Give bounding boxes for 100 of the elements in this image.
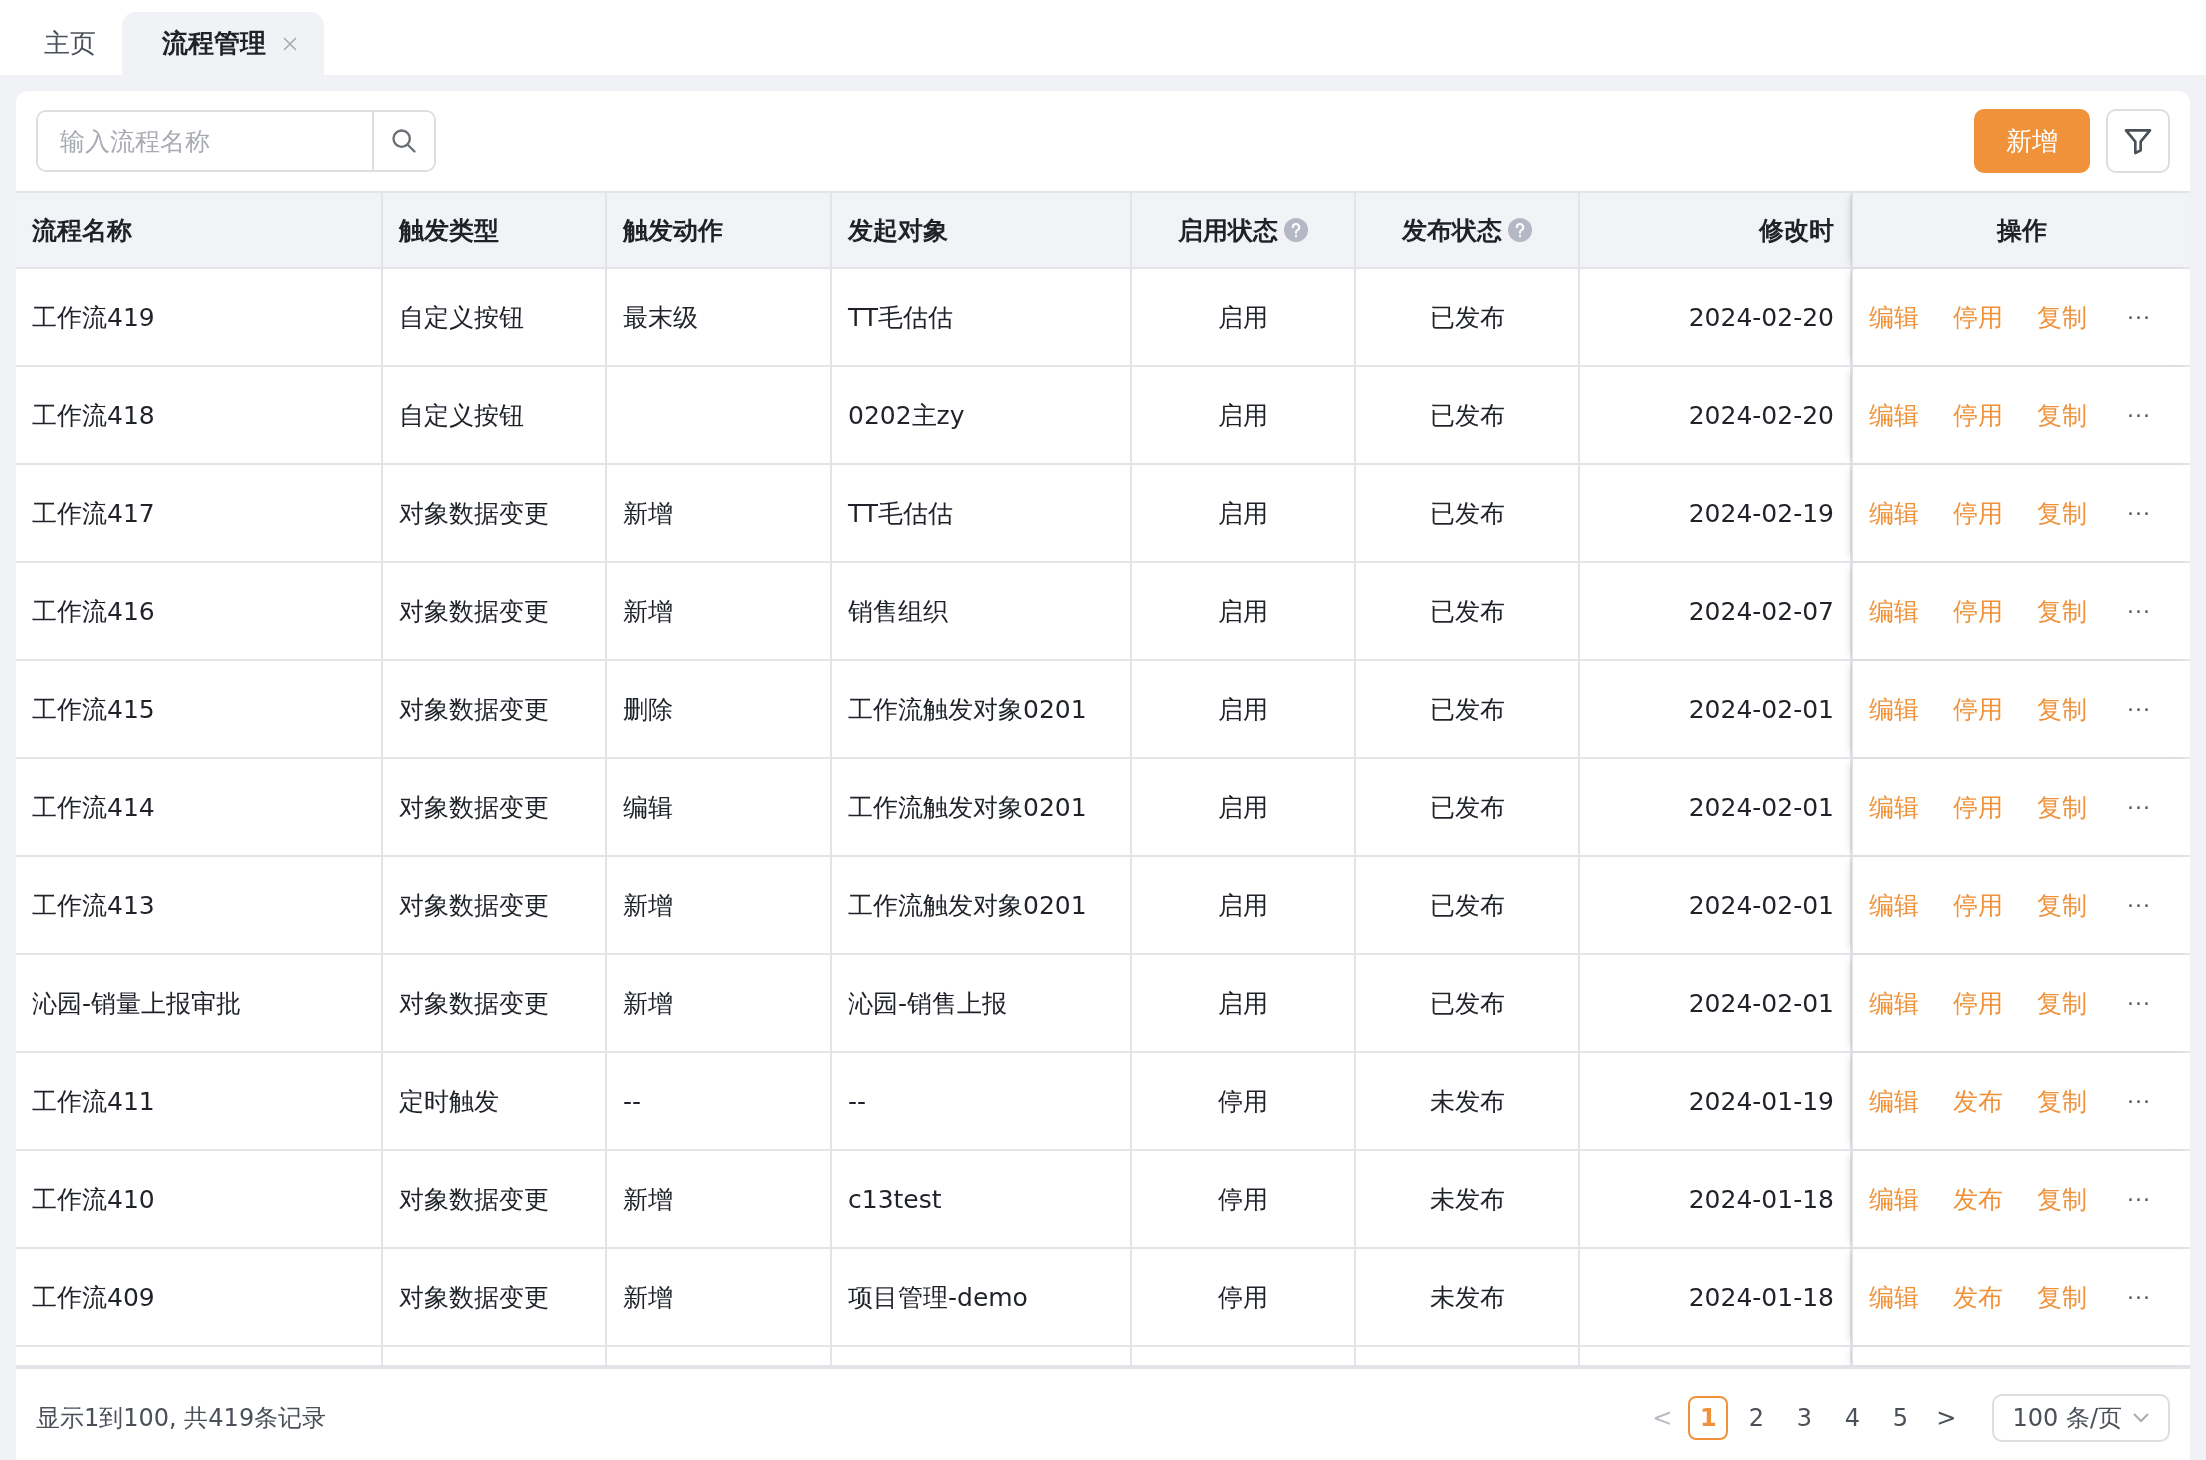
search-button[interactable] <box>372 112 434 170</box>
action-link[interactable]: 停用 <box>1953 986 2003 1020</box>
action-link[interactable]: 复制 <box>2037 1182 2087 1216</box>
table-cell-text: 已发布 <box>1429 987 1505 1020</box>
table-cell-text: 启用 <box>1218 987 1268 1020</box>
table-cell-text: 未发布 <box>1429 1085 1505 1118</box>
action-link[interactable]: 停用 <box>1953 888 2003 922</box>
page-size-select[interactable]: 100 条/页 <box>1992 1394 2170 1442</box>
table-cell-text: 启用 <box>1218 399 1268 432</box>
table-cell: -- <box>623 1086 642 1116</box>
action-link[interactable]: 复制 <box>2037 888 2087 922</box>
table-cell-text: 启用 <box>1218 301 1268 334</box>
action-link[interactable]: 停用 <box>1953 398 2003 432</box>
table-cell-text: 最末级 <box>623 301 698 334</box>
more-button[interactable]: ··· <box>2127 892 2151 918</box>
table-cell-text: 定时触发 <box>399 1085 499 1118</box>
table-cell-text: 对象数据变更 <box>399 791 549 824</box>
action-link[interactable]: 编辑 <box>1869 594 1919 628</box>
table-cell-text: 新增 <box>623 889 673 922</box>
table-cell-text: 沁园-销售上报 <box>848 987 1008 1020</box>
table-cell-text: 工作流415 <box>32 693 155 726</box>
action-link[interactable]: 编辑 <box>1869 1280 1919 1314</box>
table-cell-text: 对象数据变更 <box>399 497 549 530</box>
table-cell: 2024-02-07 <box>1688 596 1834 626</box>
table-cell-text: 对象数据变更 <box>399 987 549 1020</box>
action-link[interactable]: 编辑 <box>1869 692 1919 726</box>
table-cell-text: 对象数据变更 <box>399 595 549 628</box>
more-button[interactable]: ··· <box>2127 1088 2151 1114</box>
more-button[interactable]: ··· <box>2127 696 2151 722</box>
table-cell-text: 未发布 <box>1429 1183 1505 1216</box>
table-cell: 2024-01-19 <box>1688 1086 1834 1116</box>
prev-page-button[interactable]: < <box>1644 1404 1681 1432</box>
table-cell-text: 新增 <box>623 1281 673 1314</box>
add-button[interactable]: 新增 <box>1974 109 2090 173</box>
action-link[interactable]: 复制 <box>2037 398 2087 432</box>
table-cell-text: 启用 <box>1218 595 1268 628</box>
table-cell-text: 启用 <box>1218 791 1268 824</box>
table-cell-text: 启用 <box>1218 497 1268 530</box>
action-link[interactable]: 停用 <box>1953 692 2003 726</box>
more-button[interactable]: ··· <box>2127 598 2151 624</box>
table-cell-text: 工作流416 <box>32 595 155 628</box>
action-link[interactable]: 复制 <box>2037 1084 2087 1118</box>
action-link[interactable]: 编辑 <box>1869 888 1919 922</box>
more-button[interactable]: ··· <box>2127 500 2151 526</box>
table-cell-text: 工作流触发对象0201 <box>848 693 1087 726</box>
next-page-button[interactable]: > <box>1928 1404 1965 1432</box>
action-link[interactable]: 发布 <box>1953 1084 2003 1118</box>
table-cell: 2024-02-01 <box>1688 988 1834 1018</box>
search-icon <box>390 127 418 155</box>
action-link[interactable]: 发布 <box>1953 1280 2003 1314</box>
more-button[interactable]: ··· <box>2127 1284 2151 1310</box>
column-header: 修改时 <box>1759 214 1834 247</box>
more-button[interactable]: ··· <box>2127 402 2151 428</box>
action-link[interactable]: 复制 <box>2037 1280 2087 1314</box>
chevron-down-icon <box>2132 1412 2150 1424</box>
table-cell-text: 对象数据变更 <box>399 693 549 726</box>
more-button[interactable]: ··· <box>2127 304 2151 330</box>
action-link[interactable]: 编辑 <box>1869 1182 1919 1216</box>
table-cell-text: 自定义按钮 <box>399 301 524 334</box>
table-cell-text: 工作流418 <box>32 399 155 432</box>
action-link[interactable]: 复制 <box>2037 594 2087 628</box>
table-cell-text: 工作流410 <box>32 1183 155 1216</box>
more-button[interactable]: ··· <box>2127 794 2151 820</box>
action-link[interactable]: 复制 <box>2037 300 2087 334</box>
table-cell-text: 已发布 <box>1429 497 1505 530</box>
column-header: 启用状态 <box>1178 214 1278 247</box>
more-button[interactable]: ··· <box>2127 1186 2151 1212</box>
action-link[interactable]: 停用 <box>1953 300 2003 334</box>
action-link[interactable]: 复制 <box>2037 986 2087 1020</box>
column-header: 触发动作 <box>623 214 723 247</box>
table-cell-text: 对象数据变更 <box>399 1281 549 1314</box>
help-icon <box>1508 218 1532 242</box>
table-cell-text: 已发布 <box>1429 889 1505 922</box>
page-tab[interactable]: 流程管理 <box>122 12 324 75</box>
table-cell-text: 启用 <box>1218 693 1268 726</box>
action-link[interactable]: 编辑 <box>1869 790 1919 824</box>
action-link[interactable]: 停用 <box>1953 594 2003 628</box>
table-cell-text: 新增 <box>623 595 673 628</box>
table-cell-text: 已发布 <box>1429 399 1505 432</box>
search-field[interactable]: 输入流程名称 <box>36 110 436 172</box>
table-cell-text: 工作流417 <box>32 497 155 530</box>
table-cell-text: 启用 <box>1218 889 1268 922</box>
more-button[interactable]: ··· <box>2127 990 2151 1016</box>
action-link[interactable]: 停用 <box>1953 790 2003 824</box>
page-number[interactable]: 1 <box>1688 1396 1729 1440</box>
action-link[interactable]: 编辑 <box>1869 1084 1919 1118</box>
action-link[interactable]: 复制 <box>2037 790 2087 824</box>
filter-button[interactable] <box>2106 109 2170 173</box>
action-link[interactable]: 停用 <box>1953 496 2003 530</box>
action-link[interactable]: 编辑 <box>1869 398 1919 432</box>
action-link[interactable]: 复制 <box>2037 692 2087 726</box>
action-link[interactable]: 编辑 <box>1869 986 1919 1020</box>
action-link[interactable]: 编辑 <box>1869 300 1919 334</box>
table-cell-text: 对象数据变更 <box>399 1183 549 1216</box>
action-link[interactable]: 复制 <box>2037 496 2087 530</box>
column-header: 触发类型 <box>399 214 499 247</box>
action-link[interactable]: 发布 <box>1953 1182 2003 1216</box>
column-header: 发起对象 <box>848 214 948 247</box>
table-cell-text: TT毛估估 <box>848 301 954 334</box>
action-link[interactable]: 编辑 <box>1869 496 1919 530</box>
